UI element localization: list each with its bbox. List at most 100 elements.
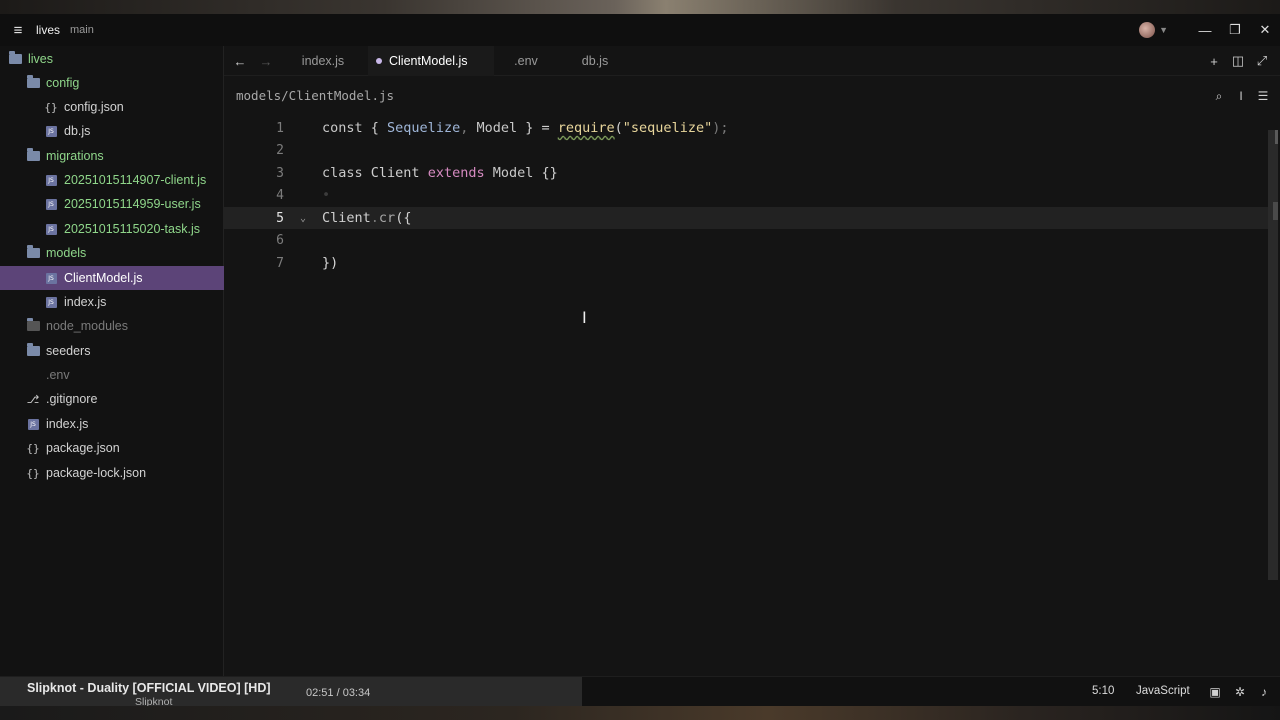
- code-line[interactable]: 3 class Client extends Model {}: [224, 162, 1268, 184]
- tree-item-lives[interactable]: lives: [0, 47, 224, 71]
- folder-icon: [26, 318, 40, 333]
- tree-item-db-js[interactable]: JS db.js: [0, 119, 224, 143]
- tree-item-label: package-lock.json: [46, 466, 147, 480]
- tree-item-migrations[interactable]: migrations: [0, 144, 224, 168]
- tree-item-migration-user[interactable]: JS 20251015114959-user.js: [0, 192, 224, 216]
- env-file-icon: [26, 368, 40, 382]
- fold-chevron-icon[interactable]: ⌄: [284, 213, 322, 224]
- title-bar: ≡ lives main ▼ — ❐ ✕: [0, 14, 1280, 46]
- forward-arrow-icon[interactable]: →: [254, 46, 278, 76]
- line-number: 2: [276, 142, 284, 158]
- tab-label: .env: [514, 54, 538, 68]
- whitespace-marker: •: [322, 187, 331, 203]
- tree-item-migration-task[interactable]: JS 20251015115020-task.js: [0, 217, 224, 241]
- tree-item-models[interactable]: models: [0, 241, 224, 265]
- status-bar: Slipknot - Duality [OFFICIAL VIDEO] [HD]…: [0, 676, 1280, 708]
- notification-bell-icon[interactable]: ♪: [1255, 683, 1273, 701]
- tree-item-package-lock-json[interactable]: {} package-lock.json: [0, 461, 224, 485]
- language-mode[interactable]: JavaScript: [1136, 685, 1190, 697]
- tree-item-gitignore[interactable]: ⎇ .gitignore: [0, 387, 224, 411]
- tab-env[interactable]: .env: [496, 46, 556, 76]
- json-file-icon: {}: [44, 100, 58, 114]
- code-line[interactable]: 6: [224, 229, 1268, 251]
- tree-item-env[interactable]: .env: [0, 363, 224, 387]
- git-icon: ⎇: [26, 393, 40, 406]
- tab-index-js[interactable]: index.js: [286, 46, 360, 76]
- code-text: class Client extends Model {}: [322, 165, 558, 181]
- code-line[interactable]: 1 const { Sequelize, Model } = require("…: [224, 117, 1268, 139]
- maximize-pane-icon[interactable]: ⤢: [1250, 46, 1274, 76]
- line-number: 1: [276, 120, 284, 136]
- tree-item-label: db.js: [64, 124, 91, 138]
- back-arrow-icon[interactable]: ←: [228, 46, 252, 76]
- restore-icon[interactable]: ❐: [1220, 14, 1250, 46]
- media-time: 02:51 / 03:34: [306, 687, 371, 699]
- js-file-icon: JS: [44, 222, 58, 236]
- tree-item-migration-client[interactable]: JS 20251015114907-client.js: [0, 168, 224, 192]
- media-title: Slipknot - Duality [OFFICIAL VIDEO] [HD]: [27, 681, 271, 695]
- tree-item-label: migrations: [46, 149, 104, 163]
- chevron-down-icon[interactable]: ▼: [1159, 25, 1168, 35]
- tab-clientmodel-js[interactable]: ClientModel.js: [368, 46, 494, 76]
- cursor-position[interactable]: 5:10: [1092, 685, 1114, 697]
- extensions-icon[interactable]: ✲: [1231, 683, 1249, 701]
- avatar[interactable]: [1139, 22, 1156, 38]
- split-view-icon[interactable]: ◫: [1226, 46, 1250, 76]
- tree-item-label: 20251015114959-user.js: [64, 197, 201, 211]
- js-file-icon: JS: [44, 124, 58, 138]
- tree-item-clientmodel-js[interactable]: JS ClientModel.js: [0, 266, 224, 290]
- js-file-icon: JS: [44, 295, 58, 309]
- tab-db-js[interactable]: db.js: [564, 46, 626, 76]
- new-tab-icon[interactable]: +: [1202, 46, 1226, 76]
- vertical-scrollbar[interactable]: [1268, 130, 1278, 580]
- branch-name[interactable]: main: [70, 24, 94, 36]
- code-line[interactable]: 4 •: [224, 184, 1268, 206]
- tree-item-node-modules[interactable]: node_modules: [0, 314, 224, 338]
- code-line[interactable]: 7 }): [224, 252, 1268, 274]
- tree-item-package-json[interactable]: {} package.json: [0, 436, 224, 460]
- line-number: 4: [276, 187, 284, 203]
- search-icon[interactable]: ⌕: [1208, 84, 1230, 108]
- tree-item-label: .env: [46, 368, 70, 382]
- settings-sliders-icon[interactable]: ☰: [1252, 84, 1274, 108]
- tree-item-models-index-js[interactable]: JS index.js: [0, 290, 224, 314]
- code-text: Client.cr({: [322, 210, 412, 226]
- line-number: 6: [276, 232, 284, 248]
- terminal-icon[interactable]: ▣: [1206, 683, 1224, 701]
- scrollbar-marker: [1275, 130, 1278, 144]
- tree-item-label: 20251015115020-task.js: [64, 222, 200, 236]
- tree-item-label: .gitignore: [46, 392, 98, 406]
- js-file-icon: JS: [44, 173, 58, 187]
- js-file-icon: JS: [44, 197, 58, 211]
- breadcrumb[interactable]: models/ClientModel.js: [236, 88, 394, 103]
- text-cursor-icon[interactable]: I: [1230, 84, 1252, 108]
- tree-item-config-json[interactable]: {} config.json: [0, 95, 224, 119]
- minimize-icon[interactable]: —: [1190, 14, 1220, 46]
- tree-item-seeders[interactable]: seeders: [0, 339, 224, 363]
- tree-item-label: 20251015114907-client.js: [64, 173, 207, 187]
- tab-label: ClientModel.js: [389, 54, 468, 68]
- code-line-current[interactable]: 5 ⌄ Client.cr({: [224, 207, 1268, 229]
- tree-item-label: seeders: [46, 344, 91, 358]
- tree-item-label: config.json: [64, 100, 124, 114]
- line-number: 3: [276, 165, 284, 181]
- tab-label: index.js: [301, 54, 345, 68]
- code-text: }): [322, 255, 339, 271]
- code-text: const { Sequelize, Model } = require("se…: [322, 120, 729, 136]
- text-cursor-icon: I: [582, 308, 587, 327]
- folder-icon: [26, 343, 40, 358]
- tree-item-label: lives: [28, 52, 54, 66]
- tree-item-config[interactable]: config: [0, 71, 224, 95]
- folder-icon: [26, 75, 40, 90]
- project-name[interactable]: lives: [36, 23, 60, 37]
- code-line[interactable]: 2: [224, 139, 1268, 161]
- line-number: 7: [276, 255, 284, 271]
- code-editor[interactable]: 1 const { Sequelize, Model } = require("…: [224, 116, 1268, 676]
- folder-icon: [26, 148, 40, 163]
- tree-item-index-js[interactable]: JS index.js: [0, 412, 224, 436]
- tree-item-label: package.json: [46, 441, 120, 455]
- close-icon[interactable]: ✕: [1250, 14, 1280, 46]
- hamburger-icon[interactable]: ≡: [0, 14, 36, 46]
- js-file-icon: JS: [44, 271, 58, 285]
- media-player-widget[interactable]: Slipknot - Duality [OFFICIAL VIDEO] [HD]…: [0, 677, 582, 708]
